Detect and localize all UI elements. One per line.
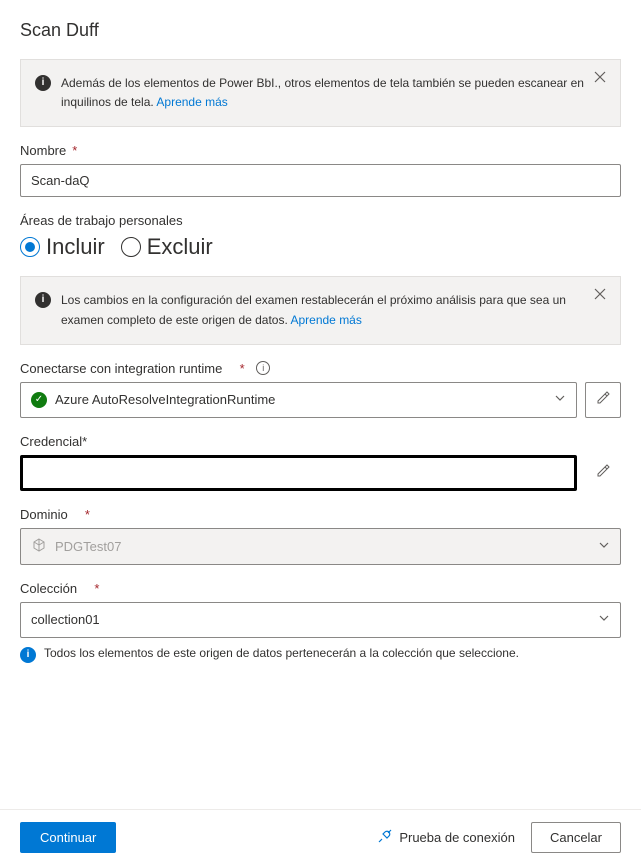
radio-exclude-label: Excluir [147, 234, 213, 260]
info-circle-icon[interactable]: i [256, 361, 270, 375]
collection-select[interactable]: collection01 [20, 602, 621, 638]
continue-button[interactable]: Continuar [20, 822, 116, 853]
radio-exclude[interactable]: Excluir [121, 234, 213, 260]
info-banner-text: Además de los elementos de Power BbI., o… [61, 76, 584, 109]
close-icon[interactable] [594, 70, 610, 86]
test-connection-label: Prueba de conexión [399, 830, 515, 845]
credential-label: Credencial* [20, 434, 621, 449]
page-title: Scan Duff [20, 20, 621, 41]
name-label: Nombre* [20, 143, 621, 158]
runtime-label: Conectarse con integration runtime * i [20, 361, 621, 376]
collection-label: Colección * [20, 581, 621, 596]
radio-include[interactable]: Incluir [20, 234, 105, 260]
cancel-button[interactable]: Cancelar [531, 822, 621, 853]
chevron-down-icon [554, 392, 566, 407]
name-input[interactable] [20, 164, 621, 197]
collection-helper: Todos los elementos de este origen de da… [44, 646, 519, 660]
runtime-value: Azure AutoResolveIntegrationRuntime [55, 392, 275, 407]
domain-select: PDGTest07 [20, 528, 621, 565]
edit-credential-button[interactable] [585, 455, 621, 491]
edit-runtime-button[interactable] [585, 382, 621, 418]
workspaces-label: Áreas de trabajo personales [20, 213, 621, 228]
radio-include-label: Incluir [46, 234, 105, 260]
chevron-down-icon [598, 612, 610, 627]
collection-value: collection01 [31, 612, 100, 627]
learn-more-link[interactable]: Aprende más [156, 95, 227, 109]
pencil-icon [596, 391, 610, 408]
plug-icon [377, 828, 393, 847]
info-icon: i [20, 647, 36, 663]
info-banner-fabric: i Además de los elementos de Power BbI.,… [20, 59, 621, 127]
chevron-down-icon [598, 539, 610, 554]
domain-value: PDGTest07 [55, 539, 121, 554]
check-icon: ✓ [31, 392, 47, 408]
pencil-icon [596, 464, 610, 481]
test-connection-button[interactable]: Prueba de conexión [377, 828, 515, 847]
info-banner-reset: i Los cambios en la configuración del ex… [20, 276, 621, 344]
runtime-select[interactable]: ✓ Azure AutoResolveIntegrationRuntime [20, 382, 577, 418]
info-icon: i [35, 75, 51, 91]
info-icon: i [35, 292, 51, 308]
footer: Continuar Prueba de conexión Cancelar [0, 809, 641, 865]
credential-select[interactable] [20, 455, 577, 491]
learn-more-link[interactable]: Aprende más [290, 313, 361, 327]
domain-icon [31, 537, 47, 556]
domain-label: Dominio * [20, 507, 621, 522]
close-icon[interactable] [594, 287, 610, 303]
